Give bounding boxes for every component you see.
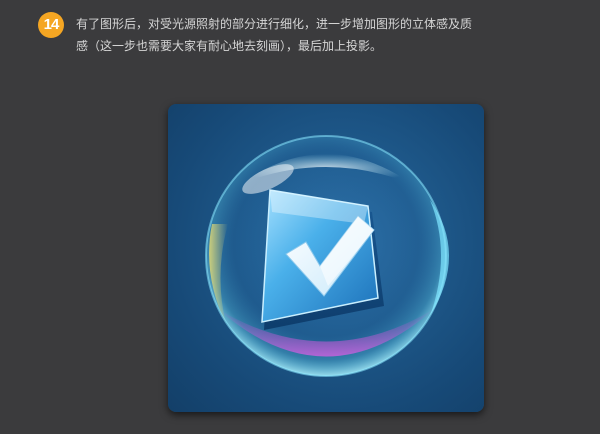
step-description: 有了图形后，对受光源照射的部分进行细化，进一步增加图形的立体感及质 感（这一步也… <box>76 13 576 57</box>
checkmark-bubble-icon <box>168 104 484 412</box>
step-description-line-1: 有了图形后，对受光源照射的部分进行细化，进一步增加图形的立体感及质 <box>76 17 473 31</box>
step-description-line-2: 感（这一步也需要大家有耐心地去刻画），最后加上投影。 <box>76 39 383 53</box>
checkmark-bubble-illustration <box>205 135 449 377</box>
step-number-badge: 14 <box>38 12 64 38</box>
tutorial-page: 14 有了图形后，对受光源照射的部分进行细化，进一步增加图形的立体感及质 感（这… <box>0 0 600 434</box>
